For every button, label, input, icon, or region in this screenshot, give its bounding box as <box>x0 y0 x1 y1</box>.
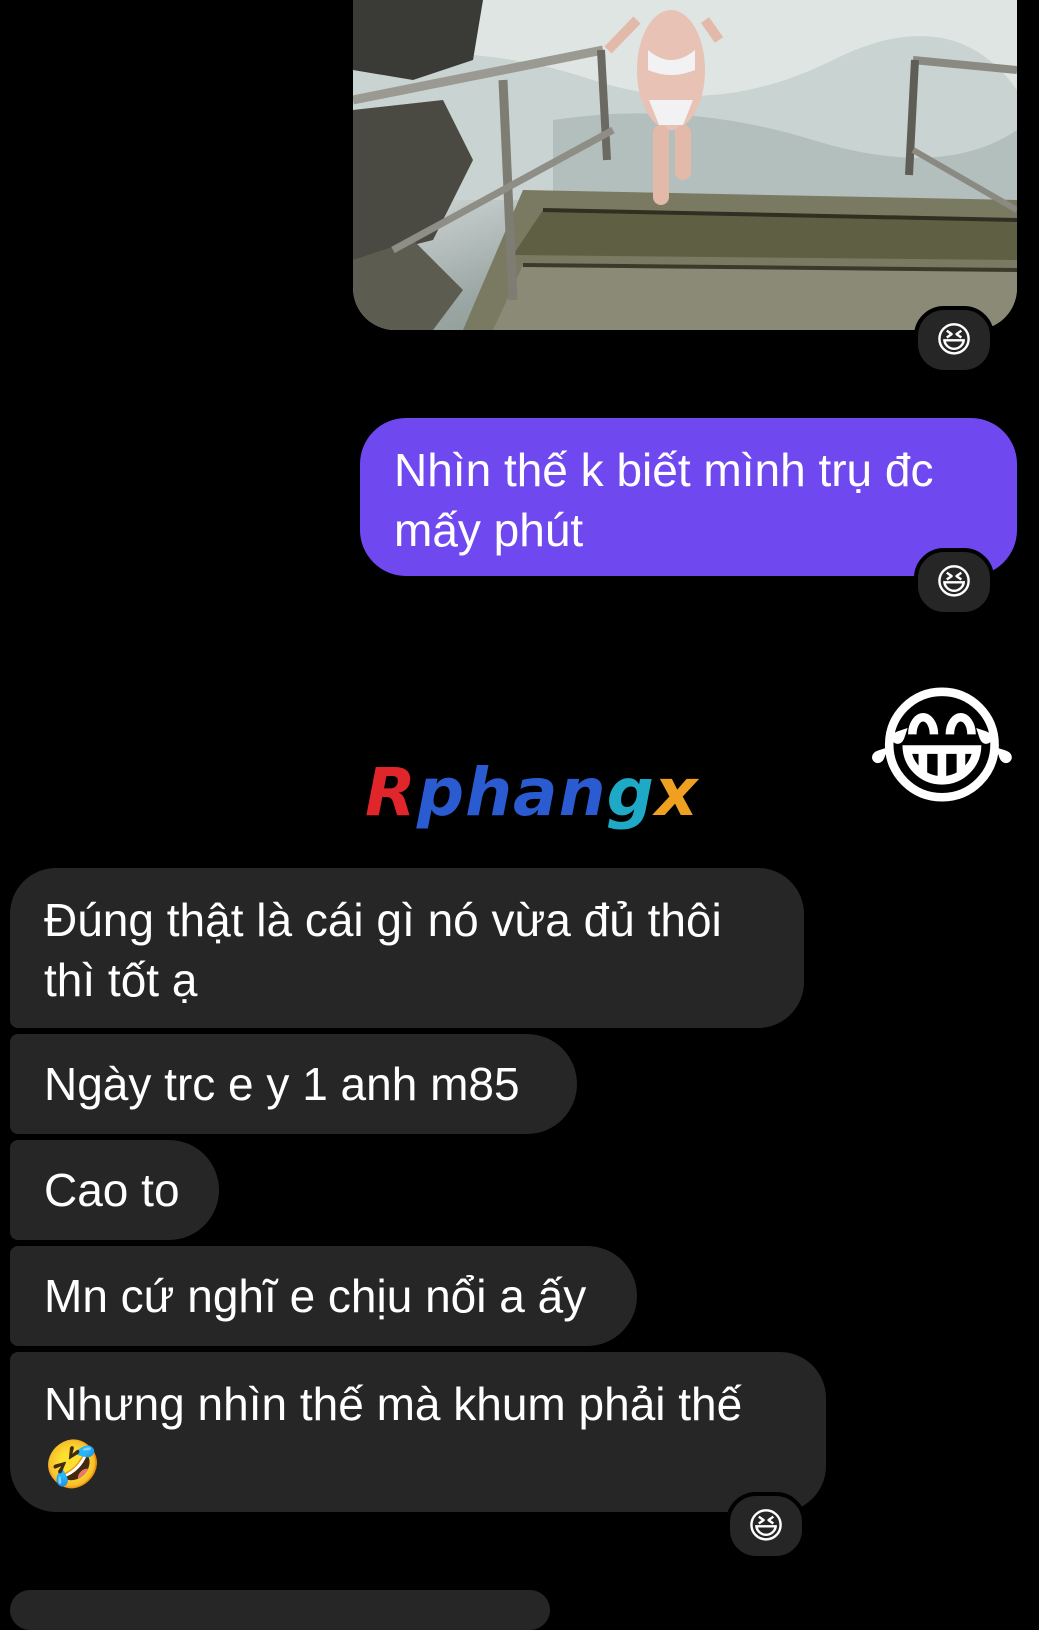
message-text: Nhìn thế k biết mình trụ đc mấy phút <box>394 444 934 556</box>
message-text: Mn cứ nghĩ e chịu nổi a ấy <box>44 1270 587 1322</box>
message-reaction[interactable]: 😆 <box>914 548 994 616</box>
message-text: Nhưng nhìn thế mà khum phải thế 🤣 <box>44 1378 743 1490</box>
photo-message[interactable] <box>353 0 1017 330</box>
incoming-message-bubble-partial[interactable] <box>10 1590 550 1630</box>
message-text: Đúng thật là cái gì nó vừa đủ thôi thì t… <box>44 894 722 1006</box>
watermark-logo: Rphangx <box>365 754 699 831</box>
grinning-squinting-face-icon: 😆 <box>935 319 973 360</box>
incoming-message-bubble[interactable]: Đúng thật là cái gì nó vừa đủ thôi thì t… <box>10 868 804 1028</box>
incoming-message-bubble[interactable]: Mn cứ nghĩ e chịu nổi a ấy <box>10 1246 637 1346</box>
grinning-squinting-face-icon: 😆 <box>747 1505 785 1546</box>
message-text: Ngày trc e y 1 anh m85 <box>44 1058 520 1110</box>
grinning-squinting-face-icon: 😆 <box>935 561 973 602</box>
outgoing-message-bubble[interactable]: Nhìn thế k biết mình trụ đc mấy phút <box>360 418 1017 576</box>
message-text: Cao to <box>44 1164 180 1216</box>
incoming-message-bubble[interactable]: Cao to <box>10 1140 219 1240</box>
beach-photo <box>353 0 1017 330</box>
photo-reaction[interactable]: 😆 <box>914 306 994 374</box>
incoming-message-bubble[interactable]: Nhưng nhìn thế mà khum phải thế 🤣 <box>10 1352 826 1512</box>
message-reaction[interactable]: 😆 <box>726 1492 806 1560</box>
incoming-message-bubble[interactable]: Ngày trc e y 1 anh m85 <box>10 1034 577 1134</box>
face-with-tears-of-joy-icon: 😂 <box>866 674 1018 820</box>
emoji-message[interactable]: 😂 <box>866 682 1018 812</box>
